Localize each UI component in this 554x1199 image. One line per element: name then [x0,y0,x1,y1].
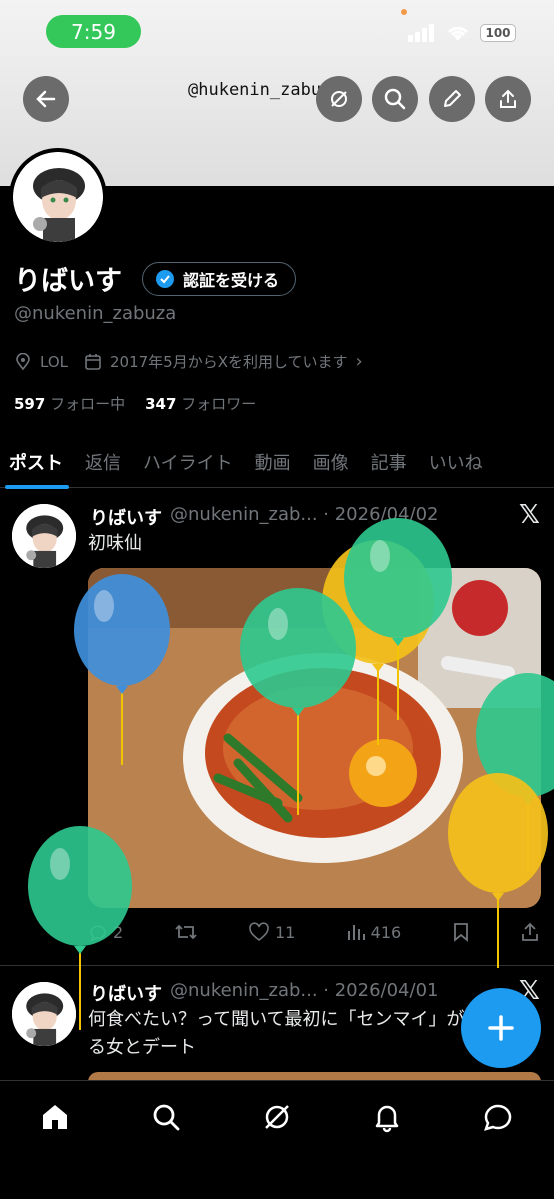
avatar-illustration [13,152,103,242]
reply-button[interactable]: 2 [88,922,123,942]
profile-handle: @nukenin_zabuza [14,303,177,324]
search-button[interactable] [372,76,418,122]
bell-icon [375,1105,399,1133]
status-time: 7:59 [46,15,141,48]
nav-search[interactable] [148,1099,184,1135]
repost-button[interactable] [174,922,198,942]
views-count: 416 [370,922,402,942]
tab-images[interactable]: 画像 [302,438,360,486]
like-button[interactable]: 11 [248,922,295,942]
reply-count: 2 [113,922,124,942]
post-author-name[interactable]: りばいす [90,504,162,530]
compose-post-button[interactable] [461,988,541,1068]
like-count: 11 [274,922,296,942]
post-avatar[interactable] [12,982,76,1046]
post-image[interactable] [88,568,541,908]
share-button[interactable] [485,76,531,122]
post-author-name[interactable]: りばいす [90,980,162,1006]
post-avatar[interactable] [12,504,76,568]
profile-joined[interactable]: 2017年5月からXを利用しています [110,351,348,372]
status-icons: 100 [408,24,516,42]
follow-counts: 597 フォロー中 347 フォロワー [14,393,256,414]
search-icon [384,88,406,110]
tab-likes[interactable]: いいね [418,438,494,486]
tab-posts[interactable]: ポスト [0,438,74,489]
nav-grok[interactable] [259,1099,295,1135]
calendar-icon [85,353,101,370]
share-icon [500,89,516,108]
views-icon [347,925,365,940]
x-logo-icon: 𝕏 [519,500,540,530]
messages-icon [484,1104,512,1131]
back-icon [36,90,56,108]
verified-badge-icon [156,270,174,288]
bookmark-button[interactable] [452,922,470,942]
grok-icon [265,1105,289,1129]
nav-messages[interactable] [480,1099,516,1135]
get-verified-label: 認証を受ける [183,271,280,290]
profile-tabs: ポスト 返信 ハイライト 動画 画像 記事 いいね [0,438,554,489]
like-icon [249,922,269,942]
battery-icon: 100 [480,24,516,42]
plus-icon [488,1015,514,1041]
back-button[interactable] [23,76,69,122]
post-text: 初味仙 [88,533,142,554]
post-handle-date: @nukenin_zab... · 2026/04/01 [170,980,439,1001]
post-header: りばいす @nukenin_zab... · 2026/04/01 [90,980,438,1006]
post-header: りばいす @nukenin_zab... · 2026/04/02 [90,504,438,530]
signal-icon [408,24,434,42]
post-item[interactable]: りばいす @nukenin_zab... · 2026/04/02 𝕏 初味仙 … [0,490,554,965]
profile-location: LOL [40,352,68,371]
tab-articles[interactable]: 記事 [360,438,418,486]
profile-meta: LOL 2017年5月からXを利用しています › [14,351,363,372]
get-verified-button[interactable]: 認証を受ける [142,262,297,296]
share-icon [522,922,538,941]
edit-button[interactable] [429,76,475,122]
chevron-right-icon[interactable]: › [356,351,363,372]
edit-icon [444,90,461,107]
tab-highlights[interactable]: ハイライト [132,438,244,486]
location-icon [16,352,30,370]
tab-replies[interactable]: 返信 [74,438,132,486]
search-icon [153,1104,180,1131]
nav-home[interactable] [37,1099,73,1135]
reply-icon [90,925,106,942]
home-icon [43,1105,67,1129]
explore-icon [331,91,347,107]
explore-button[interactable] [316,76,362,122]
post-share-button[interactable] [520,922,540,942]
post-actions: 2 11 416 [88,922,540,942]
following-link[interactable]: 597 フォロー中 [14,393,125,414]
bottom-navigation [0,1080,554,1199]
profile-avatar[interactable] [9,148,107,246]
followers-link[interactable]: 347 フォロワー [145,393,256,414]
nav-notifications[interactable] [369,1099,405,1135]
tab-videos[interactable]: 動画 [244,438,302,486]
recording-dot [401,9,407,15]
wifi-icon [447,26,469,41]
profile-name: りばいす [14,266,122,297]
repost-icon [174,924,197,940]
views-button[interactable]: 416 [346,922,402,942]
post-handle-date: @nukenin_zab... · 2026/04/02 [170,504,439,525]
bookmark-icon [453,923,468,942]
